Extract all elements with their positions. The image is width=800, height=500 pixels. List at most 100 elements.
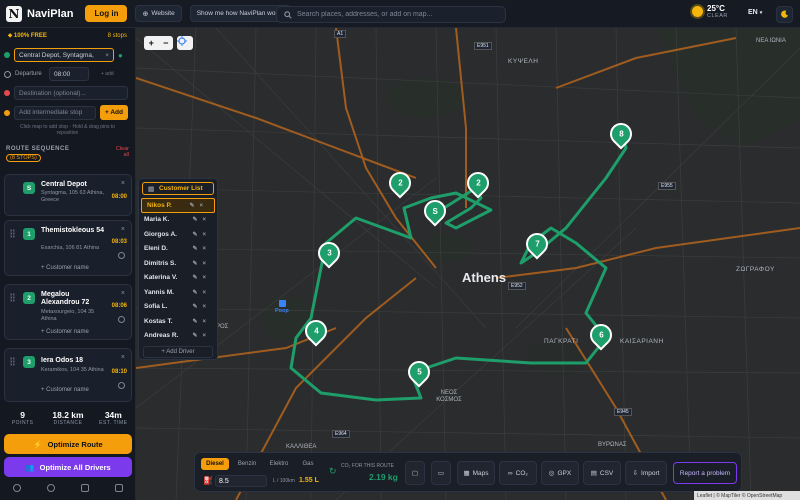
edit-delete-icons[interactable]: ✎× — [192, 231, 211, 238]
pin-label: 7 — [534, 239, 540, 249]
clock-icon — [4, 70, 11, 78]
fullscreen-icon[interactable] — [81, 484, 89, 492]
link-icon: ∞ — [508, 469, 513, 477]
route-stats: 9 POINTS 18.2 km DISTANCE 34m EST. TIME — [0, 410, 136, 432]
top-bar: N NaviPlan Log in ⊕ Website Show me how … — [0, 0, 800, 28]
maps-button[interactable]: ▦ Maps — [457, 461, 495, 485]
start-dot-icon — [4, 52, 10, 58]
customer-item[interactable]: Sofia L. ✎× — [139, 300, 217, 315]
edit-delete-icons[interactable]: ✎× — [192, 274, 211, 281]
folder-button[interactable]: ▭ — [431, 461, 451, 485]
login-button[interactable]: Log in — [85, 5, 128, 22]
clear-all-button[interactable]: Clear all — [113, 146, 129, 162]
customer-item[interactable]: Katerina V. ✎× — [139, 271, 217, 286]
website-button[interactable]: ⊕ Website — [135, 5, 182, 22]
report-problem-button[interactable]: Report a problem — [673, 462, 737, 484]
customer-item[interactable]: Yannis M. ✎× — [139, 285, 217, 300]
csv-label: CSV — [599, 469, 614, 477]
optimize-route-button[interactable]: ⚡ Optimize Route — [4, 434, 132, 454]
edit-delete-icons[interactable]: ✎× — [192, 303, 211, 310]
stop-card[interactable]: 3 Iera Odos 18 Keramikos, 104 35 Athina … — [4, 348, 132, 402]
customer-name: Kostas T. — [144, 317, 173, 325]
customer-item[interactable]: Kostas T. ✎× — [139, 314, 217, 329]
gpx-button[interactable]: ◎ GPX — [541, 461, 579, 485]
customer-item[interactable]: Giorgos A. ✎× — [139, 227, 217, 242]
clear-start-icon[interactable]: × — [105, 52, 109, 59]
locate-button[interactable] — [177, 36, 193, 50]
remove-stop-icon[interactable]: × — [121, 180, 125, 187]
zoom-in-button[interactable]: + — [144, 36, 159, 50]
co2-button[interactable]: ∞ CO₂ — [499, 461, 537, 485]
edit-delete-icons[interactable]: ✎× — [192, 245, 211, 252]
edit-delete-icons[interactable]: ✎× — [192, 260, 211, 267]
remove-stop-icon[interactable]: × — [121, 290, 125, 297]
pin-label: 2 — [397, 178, 403, 188]
area-label: ΝΕΑ ΙΩΝΙΑ — [756, 38, 786, 44]
search-bar[interactable] — [276, 6, 506, 23]
time-window-icon[interactable] — [118, 316, 125, 323]
optimize-all-label: Optimize All Drivers — [39, 462, 111, 472]
history-icon[interactable] — [47, 484, 55, 492]
fuel-tab-diesel[interactable]: Diesel — [201, 458, 229, 470]
search-icon — [284, 10, 292, 19]
drag-handle-icon[interactable] — [10, 229, 15, 238]
import-button[interactable]: ⇩ Import — [625, 461, 667, 485]
fuel-tab-benzin[interactable]: Benzin — [233, 458, 261, 470]
search-input[interactable] — [297, 11, 497, 18]
departure-row: Departure 08:00 + add — [0, 67, 135, 81]
leaf-icon: ↻ — [329, 466, 337, 476]
customer-name-link[interactable]: + Customer name — [41, 265, 89, 271]
edit-delete-icons[interactable]: ✎× — [192, 318, 211, 325]
fuel-tab-gas[interactable]: Gas — [297, 458, 319, 470]
customer-name-link[interactable]: + Customer name — [41, 387, 89, 393]
edit-delete-icons[interactable]: ✎× — [192, 289, 211, 296]
consumption-input[interactable]: 8.5 — [215, 475, 267, 487]
gpx-label: GPX — [557, 469, 572, 477]
optimize-all-button[interactable]: 👥 Optimize All Drivers — [4, 457, 132, 477]
drag-handle-icon[interactable] — [10, 357, 15, 366]
time-window-icon[interactable] — [118, 382, 125, 389]
customer-item[interactable]: Dimitris S. ✎× — [139, 256, 217, 271]
edit-delete-icons[interactable]: ✎× — [192, 216, 211, 223]
pin-label: 8 — [618, 129, 624, 139]
start-input[interactable]: Central Depot, Syntagma, × — [14, 48, 114, 62]
stat-distance: 18.2 km DISTANCE — [45, 410, 90, 432]
add-stop-button[interactable]: + Add — [100, 105, 128, 120]
route-icon: ⚡ — [33, 439, 43, 449]
customer-item[interactable]: Nikos P. ✎× — [141, 198, 215, 213]
print-icon[interactable] — [115, 484, 123, 492]
time-window-icon[interactable] — [118, 252, 125, 259]
edit-delete-icons[interactable]: ✎× — [189, 202, 208, 209]
consumption-unit: L / 100km — [273, 478, 295, 484]
customer-list-header[interactable]: ▤ Customer List — [142, 182, 214, 195]
pin-icon[interactable]: ● — [118, 51, 123, 60]
map-attribution[interactable]: Leaflet | © MapTiler © OpenStreetMap — [694, 491, 800, 500]
departure-time-input[interactable]: 08:00 — [49, 67, 89, 81]
intermediate-input[interactable]: Add intermediate stop — [14, 105, 96, 120]
remove-stop-icon[interactable]: × — [121, 226, 125, 233]
customer-item[interactable]: Andreas R. ✎× — [139, 329, 217, 344]
remove-stop-icon[interactable]: × — [121, 354, 125, 361]
departure-extra[interactable]: + add — [101, 71, 114, 77]
add-driver-button[interactable]: + Add Driver — [143, 346, 213, 358]
drag-handle-icon[interactable] — [10, 293, 15, 302]
customer-item[interactable]: Maria K. ✎× — [139, 213, 217, 228]
language-select[interactable]: EN ▾ — [748, 9, 762, 16]
route-sequence-title: ROUTE SEQUENCE — [6, 146, 70, 152]
stop-card[interactable]: S Central Depot Syntagma, 105 63 Athina,… — [4, 174, 132, 216]
customer-item[interactable]: Eleni D. ✎× — [139, 242, 217, 257]
stop-card[interactable]: 2 Megalou Alexandrou 72 Metaxourgeio, 10… — [4, 284, 132, 340]
edit-delete-icons[interactable]: ✎× — [192, 332, 211, 339]
customer-name-link[interactable]: + Customer name — [41, 329, 89, 335]
stop-card[interactable]: 1 Themistokleous 54 Exarchia, 106 81 Ath… — [4, 220, 132, 276]
fuel-tab-elektro[interactable]: Elektro — [265, 458, 293, 470]
theme-toggle[interactable] — [776, 6, 793, 23]
destination-input[interactable]: Destination (optional)... — [14, 86, 128, 100]
map-canvas[interactable]: Athens ΚΥΨΕΛΗ ΠΑΓΚΡΑΤΙ ΖΩΓΡΑΦΟΥ ΚΑΙΣΑΡΙΑ… — [136, 28, 800, 500]
zoom-out-button[interactable]: − — [159, 36, 174, 50]
save-button[interactable]: ▢ — [405, 461, 425, 485]
plan-row: ⬥ 100% FREE 8 stops — [0, 30, 135, 42]
csv-button[interactable]: ▤ CSV — [583, 461, 621, 485]
refresh-icon[interactable] — [13, 484, 21, 492]
map-layer — [136, 28, 800, 500]
